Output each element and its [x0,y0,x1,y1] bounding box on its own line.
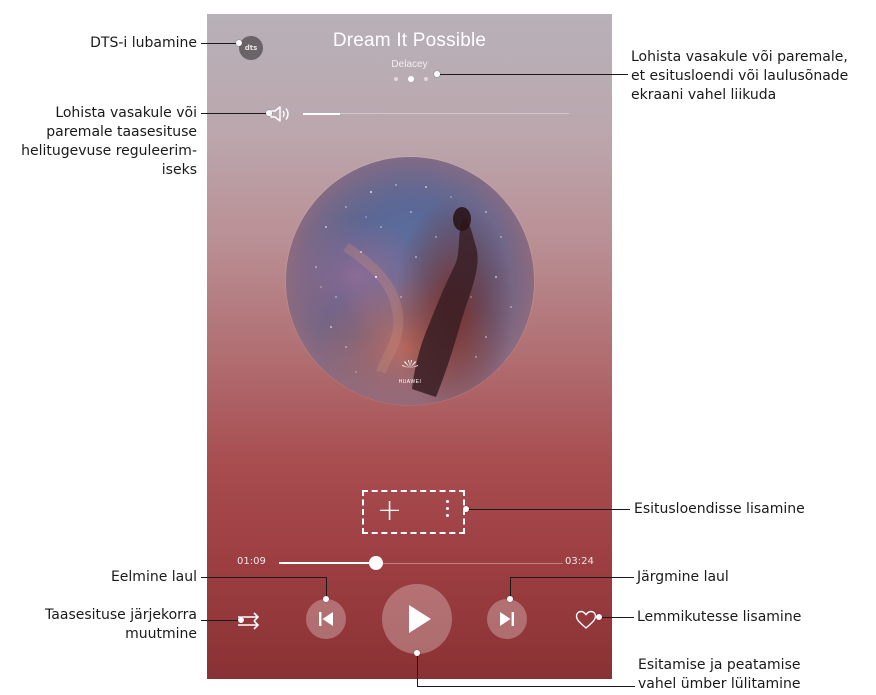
next-button[interactable] [487,599,527,639]
callout-play-pause-line: vahel ümber lülitamine [638,676,801,692]
page-dot-active [408,76,414,82]
elapsed-time: 01:09 [237,556,266,567]
nebula-art [315,184,512,397]
callout-play-order-line: Taasesituse järjekorra [45,607,197,623]
leader-line [468,509,630,510]
callout-volume-line: Lohista vasakule või [55,105,197,121]
page-dot [394,77,398,81]
callout-volume-line: iseks [161,162,197,178]
previous-button[interactable] [306,599,346,639]
leader-dot [596,614,602,620]
leader-line [201,43,239,44]
leader-line [598,617,634,618]
huawei-logo-icon [402,360,418,368]
track-artist: Delacey [391,59,428,70]
leader-dot [434,71,440,77]
leader-line [201,620,241,621]
callout-play-pause-line: Esitamise ja peatamise [638,657,801,673]
callout-previous: Eelmine laul [110,569,197,585]
callout-play-order-line: muutmine [125,626,197,642]
heart-outline-icon[interactable] [575,610,597,630]
page-indicator[interactable] [392,75,432,83]
leader-line [417,686,635,687]
leader-dot [238,617,244,623]
leader-line [201,577,327,578]
plus-icon[interactable]: + [377,496,402,526]
leader-line [510,577,634,578]
total-time: 03:24 [565,556,594,567]
callout-volume-line: helitugevuse reguleerim- [21,143,197,159]
callout-favorite: Lemmikutesse lisamine [637,609,802,625]
leader-dot [414,650,420,656]
play-icon [409,605,431,633]
play-pause-button[interactable] [382,584,452,654]
skip-previous-icon [319,612,333,626]
callout-play-pause: Esitamise ja peatamise vahel ümber lülit… [638,656,801,694]
callout-play-order: Taasesituse järjekorra muutmine [45,606,197,644]
callout-volume: Lohista vasakule või paremale taasesitus… [21,104,197,180]
leader-dot [323,596,329,602]
track-title: Dream It Possible [332,30,487,51]
leader-dot [507,596,513,602]
brand-label: HUAWEI [398,379,422,385]
callout-swipe-pages: Lohista vasakule või paremale, et esitus… [631,48,848,105]
leader-line [201,113,267,114]
skip-next-icon [500,612,514,626]
album-cover[interactable]: HUAWEI [286,157,534,405]
leader-dot [463,506,469,512]
page-dot [424,77,428,81]
callout-swipe-pages-line: ekraani vahel liikuda [631,87,777,103]
callout-dts: DTS-i lubamine [90,35,197,51]
more-vertical-icon[interactable] [444,500,450,522]
leader-line [417,651,418,687]
speaker-icon[interactable] [269,104,291,124]
callout-add-playlist: Esitusloendisse lisamine [634,501,805,517]
volume-slider-track[interactable] [340,113,569,114]
callout-swipe-pages-line: et esitusloendi või laulusõnade [631,68,849,84]
volume-slider-fill[interactable] [303,113,340,115]
callout-volume-line: paremale taasesituse [46,124,197,140]
leader-dot [236,40,242,46]
seek-handle[interactable] [369,556,383,570]
leader-dot [266,110,272,116]
leader-line [437,74,628,75]
callout-next: Järgmine laul [637,569,729,585]
callout-swipe-pages-line: Lohista vasakule või paremale, [631,49,848,65]
seek-fill[interactable] [279,562,376,564]
